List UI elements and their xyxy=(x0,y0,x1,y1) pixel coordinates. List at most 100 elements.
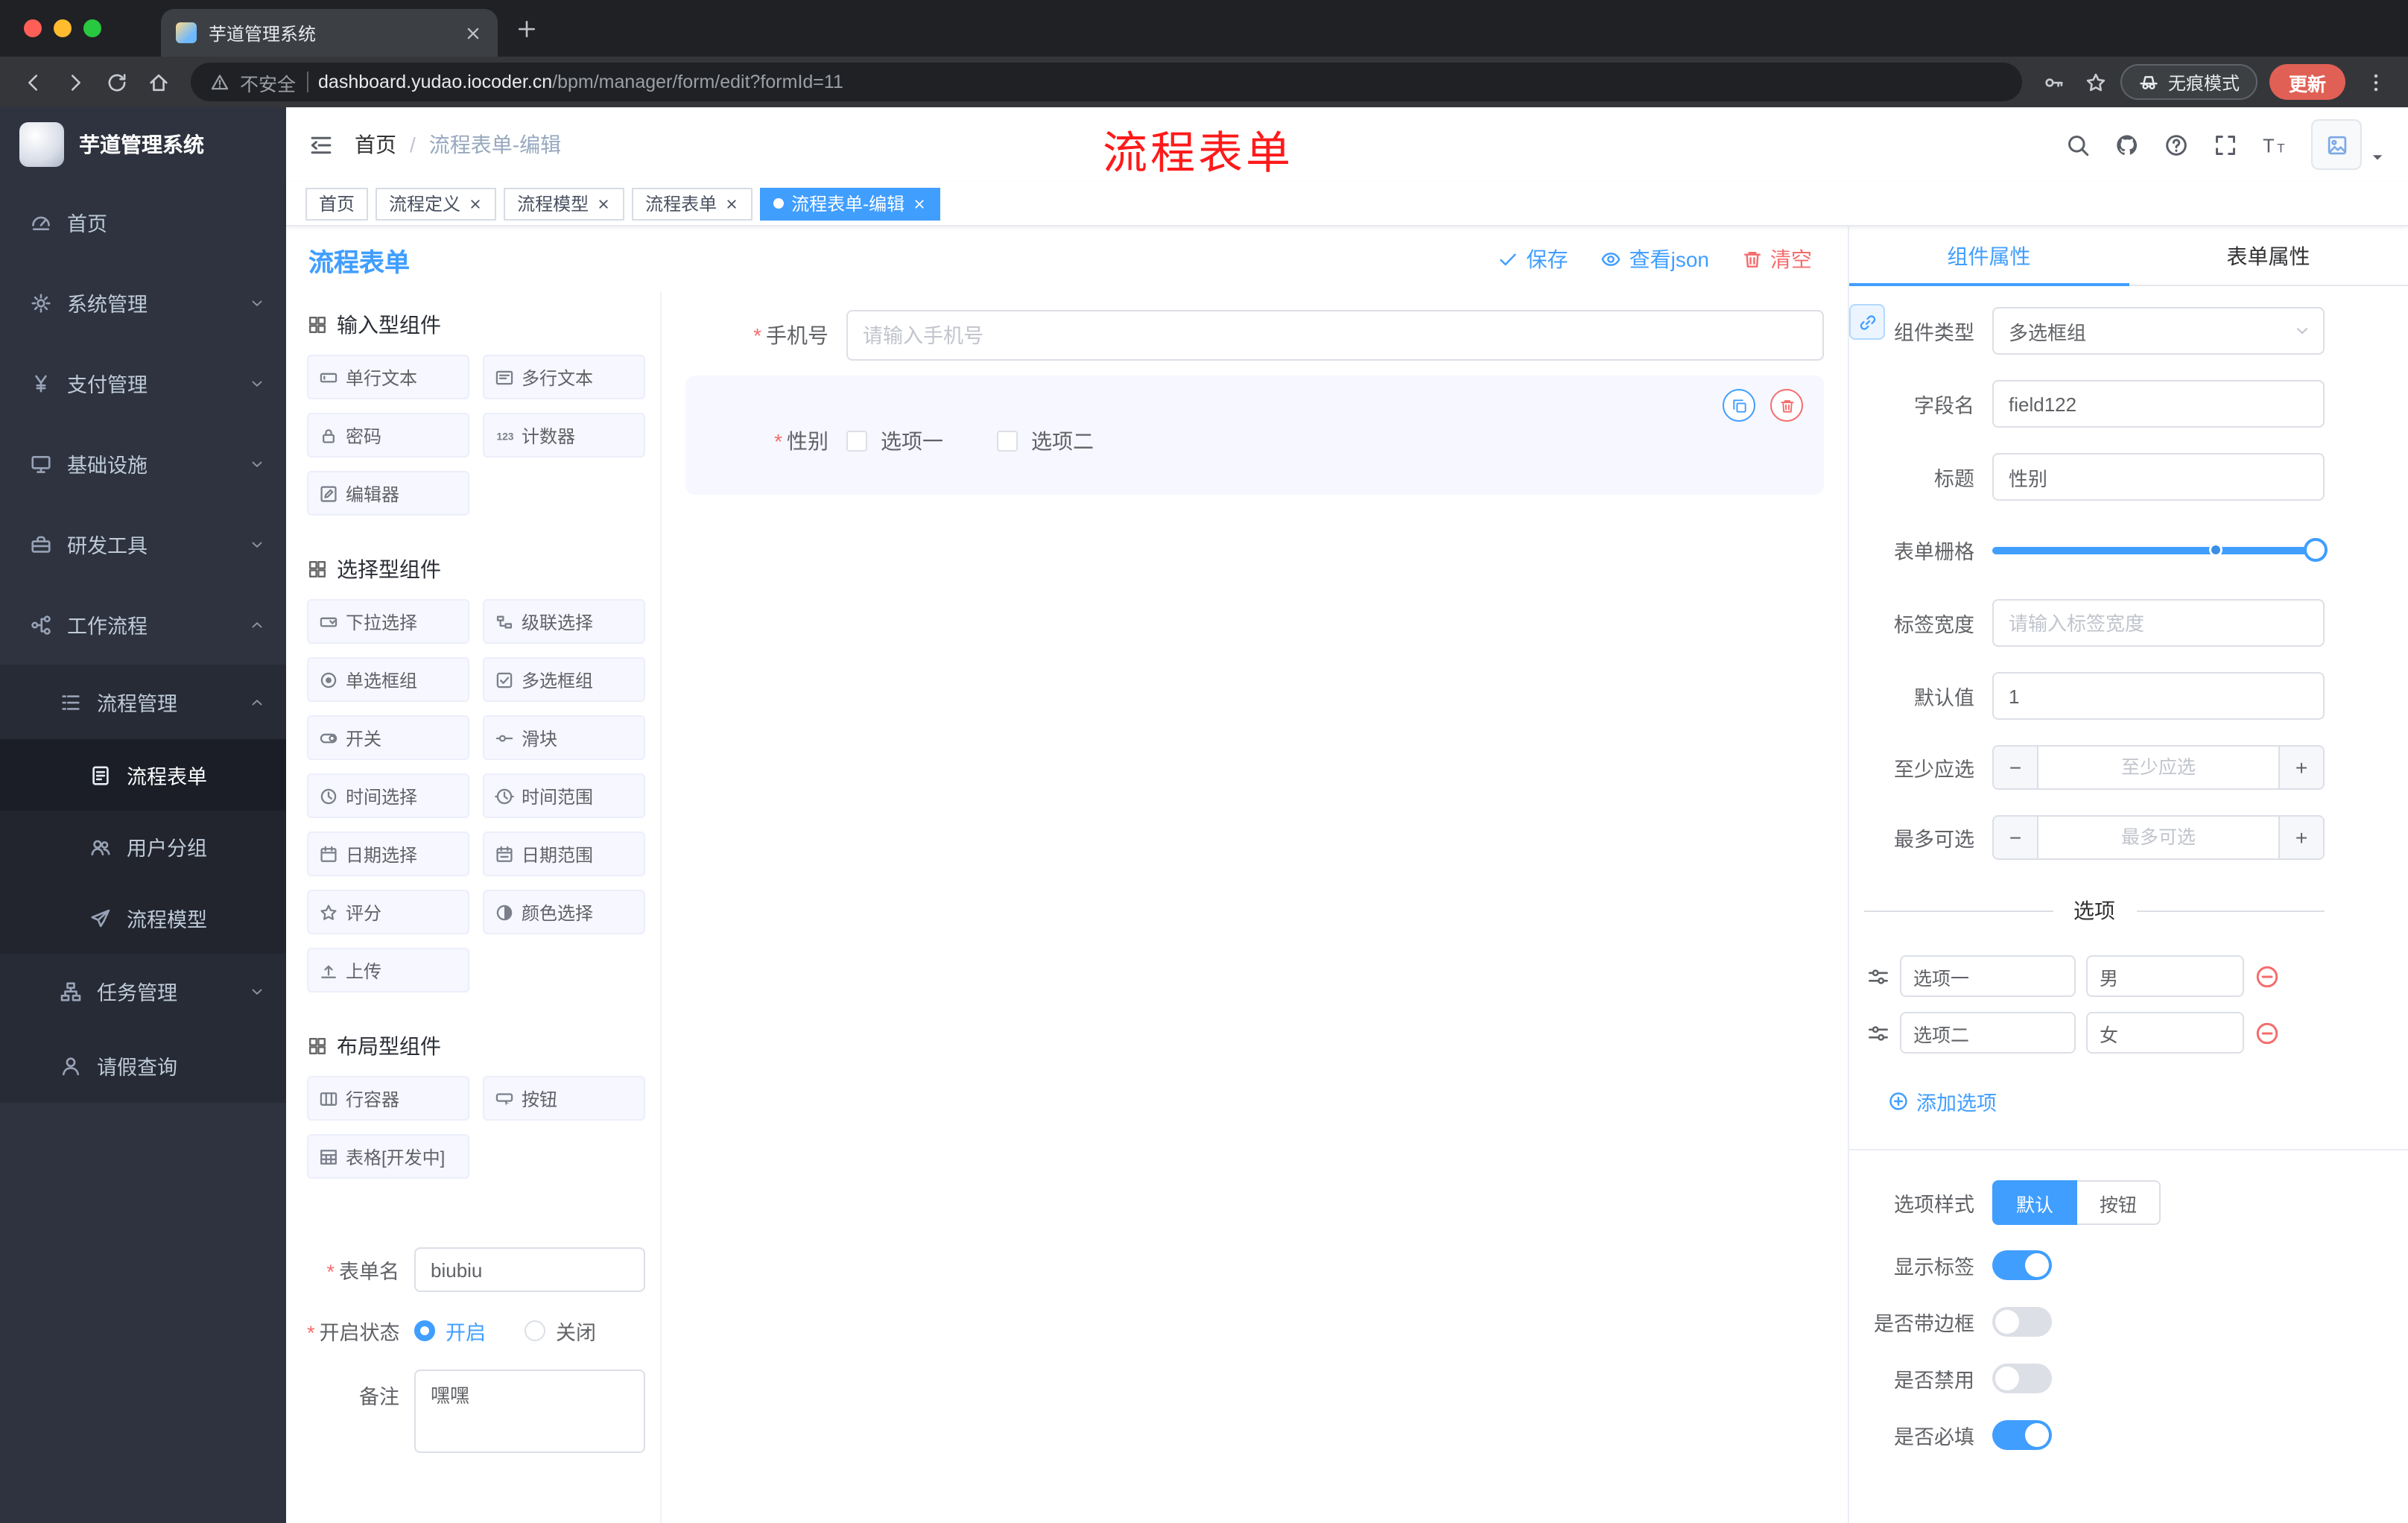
link-icon[interactable] xyxy=(1849,304,1885,340)
tag-close-icon[interactable] xyxy=(596,196,611,211)
sidebar-item-devtools[interactable]: 研发工具 xyxy=(0,504,286,584)
sidebar-item-process-model[interactable]: 流程模型 xyxy=(0,882,286,954)
sidebar-item-user-group[interactable]: 用户分组 xyxy=(0,811,286,882)
comp-table[interactable]: 表格[开发中] xyxy=(307,1134,469,1179)
address-bar[interactable]: 不安全 dashboard.yudao.iocoder.cn/bpm/manag… xyxy=(191,63,2022,101)
new-tab-button[interactable] xyxy=(516,17,538,39)
default-value-input[interactable] xyxy=(1992,672,2325,720)
phone-input[interactable] xyxy=(846,310,1824,361)
status-on-radio[interactable]: 开启 xyxy=(414,1316,486,1346)
comp-switch[interactable]: 开关 xyxy=(307,715,469,760)
comp-time-range[interactable]: 时间范围 xyxy=(483,773,645,818)
sidebar-item-payment[interactable]: 支付管理 xyxy=(0,343,286,423)
drag-handle-icon[interactable] xyxy=(1867,1022,1889,1044)
sidebar-item-infra[interactable]: 基础设施 xyxy=(0,423,286,504)
comp-rate[interactable]: 评分 xyxy=(307,890,469,934)
comp-upload[interactable]: 上传 xyxy=(307,948,469,992)
github-icon[interactable] xyxy=(2114,132,2140,157)
forward-button[interactable] xyxy=(57,64,92,100)
tab-close-icon[interactable] xyxy=(463,23,483,42)
save-button[interactable]: 保存 xyxy=(1498,244,1568,274)
tag-close-icon[interactable] xyxy=(912,196,927,211)
chrome-update-button[interactable]: 更新 xyxy=(2269,64,2345,100)
back-button[interactable] xyxy=(15,64,51,100)
show-label-toggle[interactable] xyxy=(1992,1250,2052,1280)
comp-editor[interactable]: 编辑器 xyxy=(307,471,469,516)
bookmark-star-icon[interactable] xyxy=(2079,64,2114,100)
tag-process-model[interactable]: 流程模型 xyxy=(504,187,625,220)
home-button[interactable] xyxy=(140,64,176,100)
disabled-toggle[interactable] xyxy=(1992,1364,2052,1393)
gender-option1-checkbox[interactable]: 选项一 xyxy=(846,426,943,456)
increase-button[interactable]: + xyxy=(2278,747,2323,788)
style-button-button[interactable]: 按钮 xyxy=(2077,1180,2161,1225)
delete-field-button[interactable] xyxy=(1770,389,1803,422)
drag-handle-icon[interactable] xyxy=(1867,965,1889,987)
canvas-field-phone[interactable]: * 手机号 xyxy=(685,310,1824,361)
comp-single-line-text[interactable]: 单行文本 xyxy=(307,355,469,399)
form-name-input[interactable] xyxy=(414,1247,645,1292)
window-minimize-button[interactable] xyxy=(54,19,72,37)
user-menu[interactable] xyxy=(2311,119,2386,170)
remark-textarea[interactable]: 嘿嘿 xyxy=(414,1370,645,1453)
add-option-button[interactable]: 添加选项 xyxy=(1888,1086,1997,1116)
password-key-icon[interactable] xyxy=(2037,64,2073,100)
comp-checkbox-group[interactable]: 多选框组 xyxy=(483,657,645,702)
gender-option2-checkbox[interactable]: 选项二 xyxy=(997,426,1094,456)
comp-date-range[interactable]: 日期范围 xyxy=(483,832,645,876)
tab-component-props[interactable]: 组件属性 xyxy=(1849,227,2129,286)
option-label-input[interactable] xyxy=(1900,955,2076,997)
comp-color-picker[interactable]: 颜色选择 xyxy=(483,890,645,934)
status-off-radio[interactable]: 关闭 xyxy=(525,1316,596,1346)
copy-field-button[interactable] xyxy=(1723,389,1755,422)
label-width-input[interactable] xyxy=(1992,599,2325,647)
window-close-button[interactable] xyxy=(24,19,42,37)
comp-counter[interactable]: 123 计数器 xyxy=(483,413,645,457)
form-canvas[interactable]: *手机号 *性别 选项一 选项二 xyxy=(662,292,1848,1523)
sidebar-item-process-form[interactable]: 流程表单 xyxy=(0,739,286,811)
sidebar-item-workflow[interactable]: 工作流程 xyxy=(0,584,286,665)
browser-menu-icon[interactable] xyxy=(2357,64,2393,100)
title-input[interactable] xyxy=(1992,453,2325,501)
option-value-input[interactable] xyxy=(2086,955,2244,997)
required-toggle[interactable] xyxy=(1992,1420,2052,1450)
max-select-input[interactable] xyxy=(2038,817,2278,858)
slider-handle[interactable] xyxy=(2304,538,2328,562)
tab-form-props[interactable]: 表单属性 xyxy=(2129,227,2408,285)
fullscreen-icon[interactable] xyxy=(2213,132,2238,157)
sidebar-logo[interactable]: 芋道管理系统 xyxy=(0,107,286,182)
component-type-select[interactable]: 多选框组 xyxy=(1992,307,2325,355)
comp-slider[interactable]: 滑块 xyxy=(483,715,645,760)
browser-tab[interactable]: 芋道管理系统 xyxy=(161,9,498,57)
canvas-field-gender-selected[interactable]: * 性别 选项一 选项二 xyxy=(685,376,1824,495)
comp-button[interactable]: 按钮 xyxy=(483,1076,645,1121)
remove-option-button[interactable] xyxy=(2255,1020,2280,1045)
sidebar-item-system[interactable]: 系统管理 xyxy=(0,262,286,343)
comp-radio-group[interactable]: 单选框组 xyxy=(307,657,469,702)
help-icon[interactable] xyxy=(2164,132,2189,157)
tag-process-form[interactable]: 流程表单 xyxy=(632,187,753,220)
comp-date-picker[interactable]: 日期选择 xyxy=(307,832,469,876)
remove-option-button[interactable] xyxy=(2255,963,2280,989)
comp-multi-line-text[interactable]: 多行文本 xyxy=(483,355,645,399)
sidebar-item-process-mgmt[interactable]: 流程管理 xyxy=(0,665,286,739)
clear-button[interactable]: 清空 xyxy=(1742,244,1812,274)
font-size-icon[interactable]: TT xyxy=(2262,132,2287,157)
sidebar-item-task-mgmt[interactable]: 任务管理 xyxy=(0,954,286,1028)
min-select-input[interactable] xyxy=(2038,747,2278,788)
hamburger-icon[interactable] xyxy=(308,132,334,157)
option-label-input[interactable] xyxy=(1900,1012,2076,1054)
sidebar-item-home[interactable]: 首页 xyxy=(0,182,286,262)
tag-home[interactable]: 首页 xyxy=(305,187,369,220)
comp-cascader[interactable]: 级联选择 xyxy=(483,599,645,644)
sidebar-item-leave-query[interactable]: 请假查询 xyxy=(0,1028,286,1103)
option-value-input[interactable] xyxy=(2086,1012,2244,1054)
decrease-button[interactable]: − xyxy=(1994,747,2038,788)
decrease-button[interactable]: − xyxy=(1994,817,2038,858)
tag-process-definition[interactable]: 流程定义 xyxy=(376,187,497,220)
comp-time-picker[interactable]: 时间选择 xyxy=(307,773,469,818)
style-default-button[interactable]: 默认 xyxy=(1992,1180,2078,1225)
increase-button[interactable]: + xyxy=(2278,817,2323,858)
reload-button[interactable] xyxy=(98,64,134,100)
field-name-input[interactable] xyxy=(1992,380,2325,428)
